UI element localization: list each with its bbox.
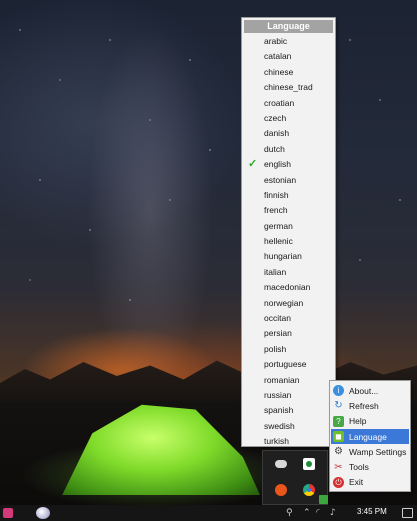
wamp-menu-item-label: Tools — [349, 462, 369, 473]
language-item-swedish[interactable]: swedish — [244, 419, 333, 434]
language-item-finnish[interactable]: finnish — [244, 188, 333, 203]
language-item-label: catalan — [264, 51, 292, 62]
language-menu-header: Language — [244, 20, 333, 33]
pinned-app-icon[interactable] — [36, 507, 50, 519]
language-list: arabic catalan chinese chinese_trad croatian… — [244, 34, 333, 450]
language-item-portuguese[interactable]: portuguese — [244, 357, 333, 372]
language-item-chinese[interactable]: chinese — [244, 65, 333, 80]
tools-icon: ✂ — [334, 461, 343, 473]
language-item-chinese_trad[interactable]: chinese_trad — [244, 80, 333, 95]
language-item-russian[interactable]: russian — [244, 388, 333, 403]
exit-icon: ⏻ — [333, 476, 344, 488]
wamp-menu-item-label: Help — [349, 416, 367, 427]
wamp-menu-item-refresh[interactable]: ↻ Refresh — [331, 398, 409, 413]
language-item-english[interactable]: ✓ english — [244, 157, 333, 172]
language-item-label: occitan — [264, 313, 291, 324]
language-item-label: chinese_trad — [264, 82, 313, 93]
wamp-tray-icon[interactable] — [319, 495, 328, 504]
info-icon: i — [333, 385, 344, 397]
language-item-label: hungarian — [264, 251, 302, 262]
wamp-menu-item-help[interactable]: ? Help — [331, 414, 409, 429]
wamp-menu-item-label: Refresh — [349, 400, 379, 411]
language-item-label: arabic — [264, 36, 288, 46]
language-item-label: persian — [264, 328, 292, 339]
language-item-estonian[interactable]: estonian — [244, 173, 333, 188]
wamp-menu-item-label: Language — [349, 431, 387, 442]
chevron-up-icon[interactable]: ⌃ — [303, 506, 311, 520]
language-item-italian[interactable]: italian — [244, 265, 333, 280]
wamp-menu-item-language[interactable]: ◼ Language — [331, 428, 409, 445]
language-item-label: swedish — [264, 420, 295, 431]
language-item-label: chinese — [264, 66, 294, 77]
notification-icon[interactable] — [402, 508, 413, 518]
shield-icon[interactable] — [303, 458, 315, 470]
language-item-danish[interactable]: danish — [244, 126, 333, 141]
language-item-hellenic[interactable]: hellenic — [244, 234, 333, 249]
language-item-label: spanish — [264, 405, 294, 416]
wamp-menu-item-tools[interactable]: ✂ Tools — [331, 459, 409, 474]
starry-sky — [0, 0, 417, 360]
tray-overflow-popup — [262, 450, 328, 505]
taskbar: ⚲ ⌃ ◜ ♪ 3:45 PM — [0, 505, 417, 521]
language-item-romanian[interactable]: romanian — [244, 373, 333, 388]
language-item-french[interactable]: french — [244, 203, 333, 218]
language-item-label: czech — [264, 112, 287, 123]
wamp-menu-item-label: Exit — [349, 477, 364, 488]
language-item-label: dutch — [264, 143, 285, 154]
language-item-label: hellenic — [264, 236, 293, 247]
language-item-label: croatian — [264, 97, 295, 108]
language-item-label: french — [264, 205, 288, 216]
language-item-label: german — [264, 220, 293, 231]
language-item-spanish[interactable]: spanish — [244, 403, 333, 418]
language-item-label: macedonian — [264, 282, 311, 293]
language-item-croatian[interactable]: croatian — [244, 96, 333, 111]
language-item-catalan[interactable]: catalan — [244, 49, 333, 64]
wamp-menu-item-label: About... — [349, 385, 379, 396]
start-button[interactable] — [3, 508, 13, 518]
language-item-label: turkish — [264, 436, 290, 447]
wamp-menu-item-label: Wamp Settings — [349, 446, 407, 457]
language-item-label: polish — [264, 343, 287, 354]
language-item-label: norwegian — [264, 297, 304, 308]
checkmark-icon: ✓ — [248, 158, 258, 171]
refresh-icon: ↻ — [334, 400, 343, 412]
chrome-icon[interactable] — [303, 484, 315, 496]
language-menu: Language arabic catalan chinese chinese_tra… — [241, 17, 336, 447]
language-item-label: estonian — [264, 174, 297, 185]
language-item-german[interactable]: german — [244, 219, 333, 234]
language-icon: ◼ — [333, 431, 344, 443]
language-item-persian[interactable]: persian — [244, 326, 333, 341]
language-item-macedonian[interactable]: macedonian — [244, 280, 333, 295]
settings-icon: ⚙ — [334, 446, 343, 458]
language-item-label: romanian — [264, 374, 300, 385]
language-item-turkish[interactable]: turkish — [244, 434, 333, 449]
help-icon: ? — [333, 415, 344, 427]
language-item-occitan[interactable]: occitan — [244, 311, 333, 326]
volume-icon[interactable]: ♪ — [330, 506, 336, 520]
clock[interactable]: 3:45 PM — [357, 507, 387, 517]
language-item-dutch[interactable]: dutch — [244, 142, 333, 157]
wamp-menu-item-exit[interactable]: ⏻ Exit — [331, 475, 409, 490]
language-item-polish[interactable]: polish — [244, 342, 333, 357]
network-icon[interactable]: ◜ — [316, 506, 320, 520]
language-item-label: english — [264, 159, 291, 170]
language-item-arabic[interactable]: arabic — [244, 34, 333, 49]
people-icon[interactable]: ⚲ — [286, 506, 293, 520]
wamp-context-menu: i About... ↻ Refresh? Help ◼ Language ⚙ Wamp Set… — [329, 380, 411, 492]
cloud-icon[interactable] — [275, 460, 287, 468]
language-item-label: russian — [264, 389, 292, 400]
language-item-hungarian[interactable]: hungarian — [244, 249, 333, 264]
language-item-label: finnish — [264, 189, 289, 200]
orange-app-icon[interactable] — [275, 484, 287, 496]
language-item-label: danish — [264, 128, 290, 139]
wamp-menu-item-about[interactable]: i About... — [331, 383, 409, 398]
language-item-label: italian — [264, 266, 287, 277]
language-item-norwegian[interactable]: norwegian — [244, 296, 333, 311]
language-item-label: portuguese — [264, 359, 307, 370]
wamp-menu-item-wamp-settings[interactable]: ⚙ Wamp Settings — [331, 444, 409, 459]
language-item-czech[interactable]: czech — [244, 111, 333, 126]
